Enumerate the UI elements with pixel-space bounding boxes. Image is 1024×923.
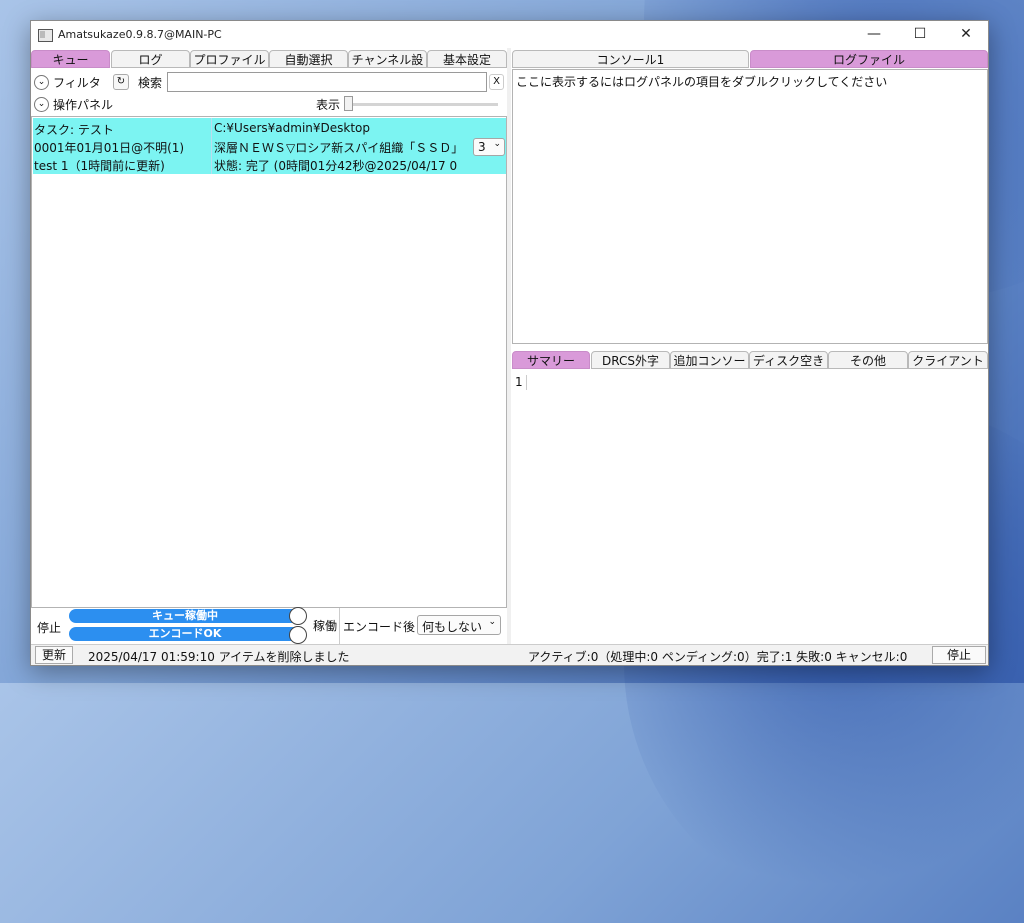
refresh-button[interactable]: ↻ [113,74,129,90]
log-hint-text: ここに表示するにはログパネルの項目をダブルクリックしてください [516,75,888,89]
search-clear-button[interactable]: X [489,74,504,90]
display-label: 表示 [316,98,341,112]
queue-running-toggle[interactable]: キュー稼働中 [69,609,301,623]
update-button[interactable]: 更新 [35,646,73,664]
running-label: 稼働 [313,619,338,633]
task-state: 状態: 完了 (0時間01分42秒@2025/04/17 0 [214,159,458,173]
title-bar[interactable]: Amatsukaze0.9.8.7@MAIN-PC — ☐ ✕ [31,21,988,48]
splitter[interactable] [507,48,511,644]
search-input[interactable] [167,72,487,92]
text-cursor [526,375,527,390]
tab-log[interactable]: ログ [111,50,190,68]
queue-toggle-knob[interactable] [289,607,307,625]
stop-button[interactable]: 停止 [932,646,986,664]
maximize-button[interactable]: ☐ [897,21,943,48]
column-divider [211,118,212,174]
tab-profile[interactable]: プロファイル [190,50,269,68]
tab-drcs[interactable]: DRCS外字 [591,351,670,369]
display-slider-track[interactable] [344,103,498,106]
tab-console1[interactable]: コンソール1 [512,50,749,68]
window-title: Amatsukaze0.9.8.7@MAIN-PC [58,28,222,41]
queue-item[interactable]: タスク: テスト C:¥Users¥admin¥Desktop 0001年01月… [33,118,506,174]
operation-panel-label: 操作パネル [53,98,114,112]
chevron-down-icon: ⌄ [488,617,496,627]
encode-ok-toggle[interactable]: エンコードOK [69,627,301,641]
tab-basic-settings[interactable]: 基本設定 [427,50,507,68]
summary-text: 1 [515,375,523,389]
tab-client[interactable]: クライアント [908,351,988,369]
tab-disk-space[interactable]: ディスク空き [749,351,828,369]
tab-other[interactable]: その他 [828,351,908,369]
search-label: 検索 [138,76,163,90]
tab-extra-console[interactable]: 追加コンソー [670,351,749,369]
program-title: 深層ＮＥＷＳ▽ロシア新スパイ組織「ＳＳＤ」 [214,141,464,155]
close-button[interactable]: ✕ [943,21,988,48]
app-window: Amatsukaze0.9.8.7@MAIN-PC — ☐ ✕ キュー ログ プ… [30,20,989,666]
log-file-pane[interactable]: ここに表示するにはログパネルの項目をダブルクリックしてください [512,69,988,344]
encode-toggle-knob[interactable] [289,626,307,644]
chevron-down-icon: ⌄ [493,139,501,149]
summary-pane[interactable]: 1 [512,370,988,644]
filter-expand-icon[interactable]: ⌄ [34,75,49,90]
tab-logfile[interactable]: ログファイル [750,50,988,68]
divider [339,608,340,644]
after-encode-label: エンコード後 [343,620,416,634]
queue-list[interactable]: タスク: テスト C:¥Users¥admin¥Desktop 0001年01月… [31,116,507,608]
app-icon [38,29,53,42]
tab-summary[interactable]: サマリー [512,351,590,369]
tab-queue[interactable]: キュー [31,50,110,68]
tab-channel-settings[interactable]: チャンネル設 [348,50,427,68]
after-encode-select[interactable]: 何もしない ⌄ [417,615,501,635]
bottom-controls: 停止 キュー稼働中 エンコードOK 稼働 エンコード後 何もしない ⌄ [31,607,507,644]
task-date: 0001年01月01日@不明(1) [34,141,185,155]
profile-info: test 1（1時間前に更新) [34,159,165,173]
stop-label: 停止 [37,621,62,635]
queue-counts: アクティブ:0（処理中:0 ペンディング:0）完了:1 失敗:0 キャンセル:0 [528,650,908,664]
after-encode-value: 何もしない [422,620,483,634]
minimize-button[interactable]: — [851,21,897,48]
tab-auto-select[interactable]: 自動選択 [269,50,348,68]
display-slider-thumb[interactable] [344,96,353,111]
operation-panel-expand-icon[interactable]: ⌄ [34,97,49,112]
task-path: C:¥Users¥admin¥Desktop [214,121,371,135]
priority-select[interactable]: 3 ⌄ [473,138,505,156]
filter-label: フィルタ [53,76,101,90]
status-bar: 更新 2025/04/17 01:59:10 アイテムを削除しました アクティブ… [31,644,988,665]
task-name: タスク: テスト [34,123,114,137]
status-message: 2025/04/17 01:59:10 アイテムを削除しました [88,650,350,664]
priority-value: 3 [478,140,486,154]
